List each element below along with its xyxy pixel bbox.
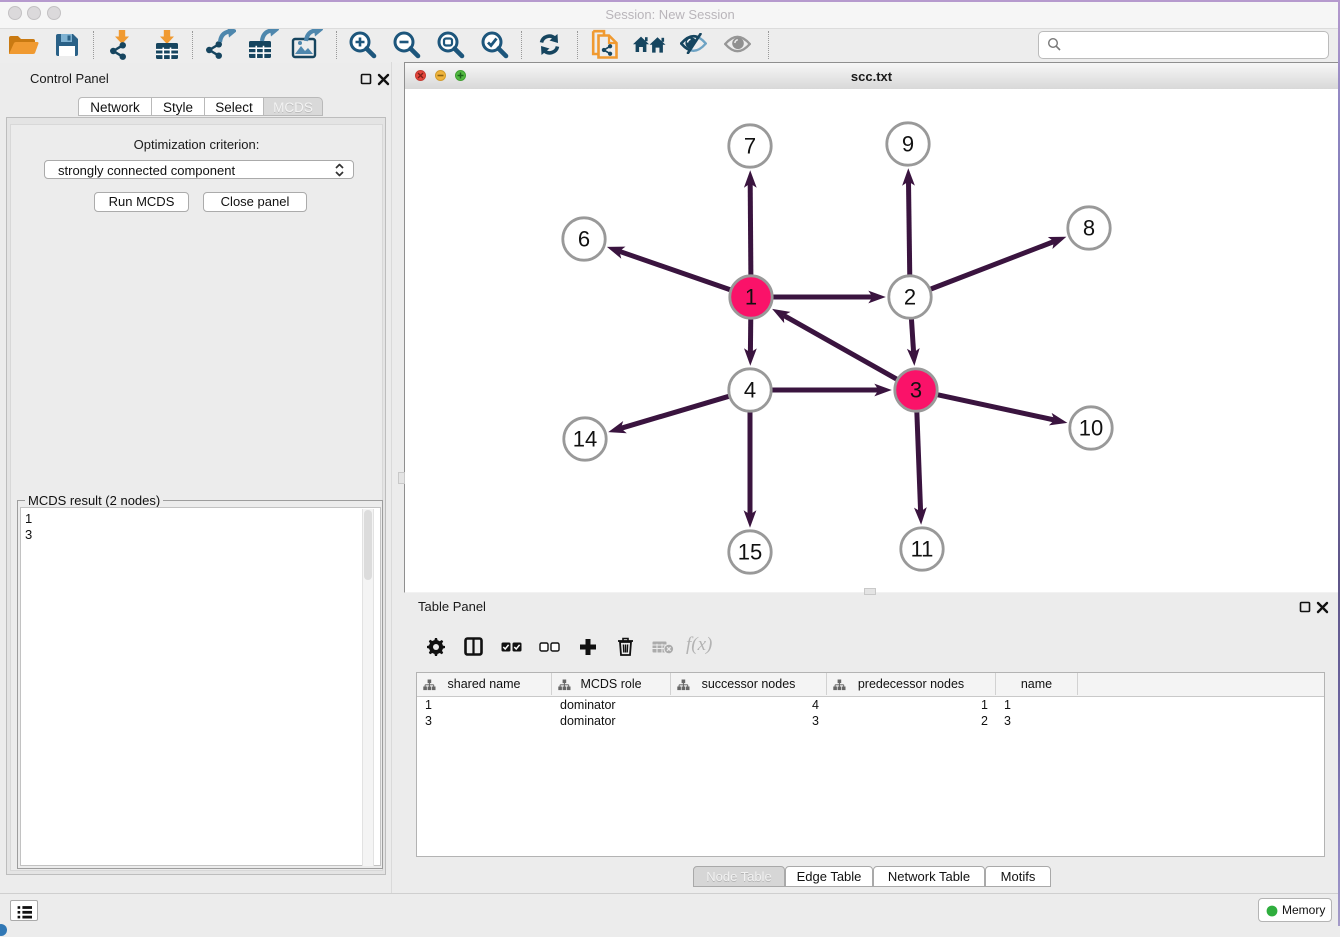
svg-text:1: 1 (745, 285, 757, 310)
svg-text:11: 11 (911, 537, 934, 562)
svg-text:3: 3 (910, 378, 922, 403)
svg-text:9: 9 (902, 132, 914, 157)
svg-text:6: 6 (578, 227, 590, 252)
svg-text:15: 15 (738, 540, 762, 565)
svg-text:2: 2 (904, 285, 916, 310)
svg-text:14: 14 (573, 427, 597, 452)
svg-text:7: 7 (744, 134, 756, 159)
svg-text:8: 8 (1083, 216, 1095, 241)
svg-text:10: 10 (1079, 416, 1103, 441)
svg-text:4: 4 (744, 378, 756, 403)
